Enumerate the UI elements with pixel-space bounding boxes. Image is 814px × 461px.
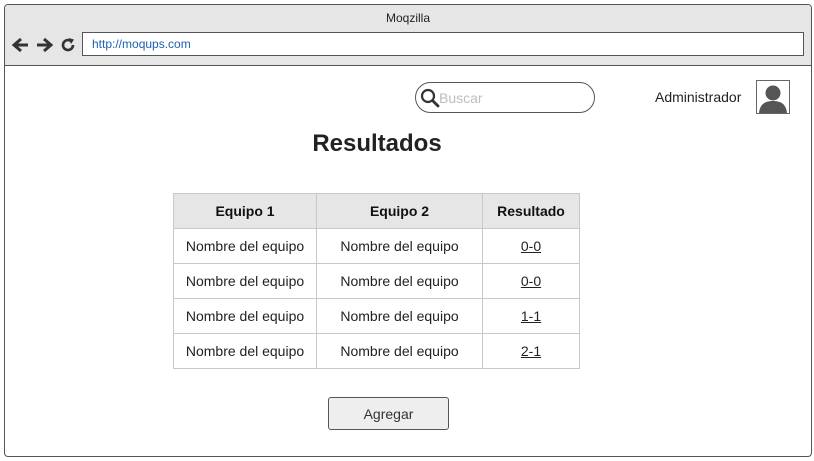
arrow-right-icon xyxy=(37,37,53,53)
add-button[interactable]: Agregar xyxy=(328,397,449,430)
search-input[interactable] xyxy=(439,88,589,108)
column-header-team2: Equipo 2 xyxy=(316,193,483,229)
result-link[interactable]: 0-0 xyxy=(521,238,541,254)
address-bar[interactable]: http://moqups.com xyxy=(82,32,804,56)
search-icon xyxy=(420,88,440,108)
table-header-row: Equipo 1 Equipo 2 Resultado xyxy=(173,193,580,229)
result-cell: 1-1 xyxy=(482,298,580,334)
result-cell: 0-0 xyxy=(482,228,580,264)
page-title: Resultados xyxy=(312,130,442,157)
reload-button[interactable] xyxy=(58,35,78,55)
team1-cell: Nombre del equipo xyxy=(173,263,317,299)
result-link[interactable]: 0-0 xyxy=(521,273,541,289)
window-title: Moqzilla xyxy=(385,11,430,25)
team2-cell: Nombre del equipo xyxy=(316,333,483,369)
browser-window: Moqzilla http://moqups.com Administrador xyxy=(4,4,812,457)
back-button[interactable] xyxy=(11,35,31,55)
arrow-left-icon xyxy=(12,37,28,53)
table-row: Nombre del equipo Nombre del equipo 1-1 xyxy=(173,298,580,334)
user-avatar[interactable] xyxy=(756,80,790,114)
table-row: Nombre del equipo Nombre del equipo 0-0 xyxy=(173,228,580,264)
team2-cell: Nombre del equipo xyxy=(316,263,483,299)
result-link[interactable]: 2-1 xyxy=(521,343,541,359)
column-header-team1: Equipo 1 xyxy=(173,193,317,229)
team2-cell: Nombre del equipo xyxy=(316,228,483,264)
table-row: Nombre del equipo Nombre del equipo 0-0 xyxy=(173,263,580,299)
result-cell: 2-1 xyxy=(482,333,580,369)
forward-button[interactable] xyxy=(34,35,54,55)
result-link[interactable]: 1-1 xyxy=(521,308,541,324)
team2-cell: Nombre del equipo xyxy=(316,298,483,334)
column-header-result: Resultado xyxy=(482,193,580,229)
browser-toolbar: Moqzilla http://moqups.com xyxy=(5,5,811,66)
team1-cell: Nombre del equipo xyxy=(173,228,317,264)
reload-icon xyxy=(61,38,75,52)
user-avatar-icon xyxy=(757,81,789,113)
result-cell: 0-0 xyxy=(482,263,580,299)
team1-cell: Nombre del equipo xyxy=(173,298,317,334)
username-label: Administrador xyxy=(655,89,742,105)
results-table: Equipo 1 Equipo 2 Resultado Nombre del e… xyxy=(173,193,580,369)
team1-cell: Nombre del equipo xyxy=(173,333,317,369)
search-box[interactable] xyxy=(415,82,595,113)
table-row: Nombre del equipo Nombre del equipo 2-1 xyxy=(173,333,580,369)
